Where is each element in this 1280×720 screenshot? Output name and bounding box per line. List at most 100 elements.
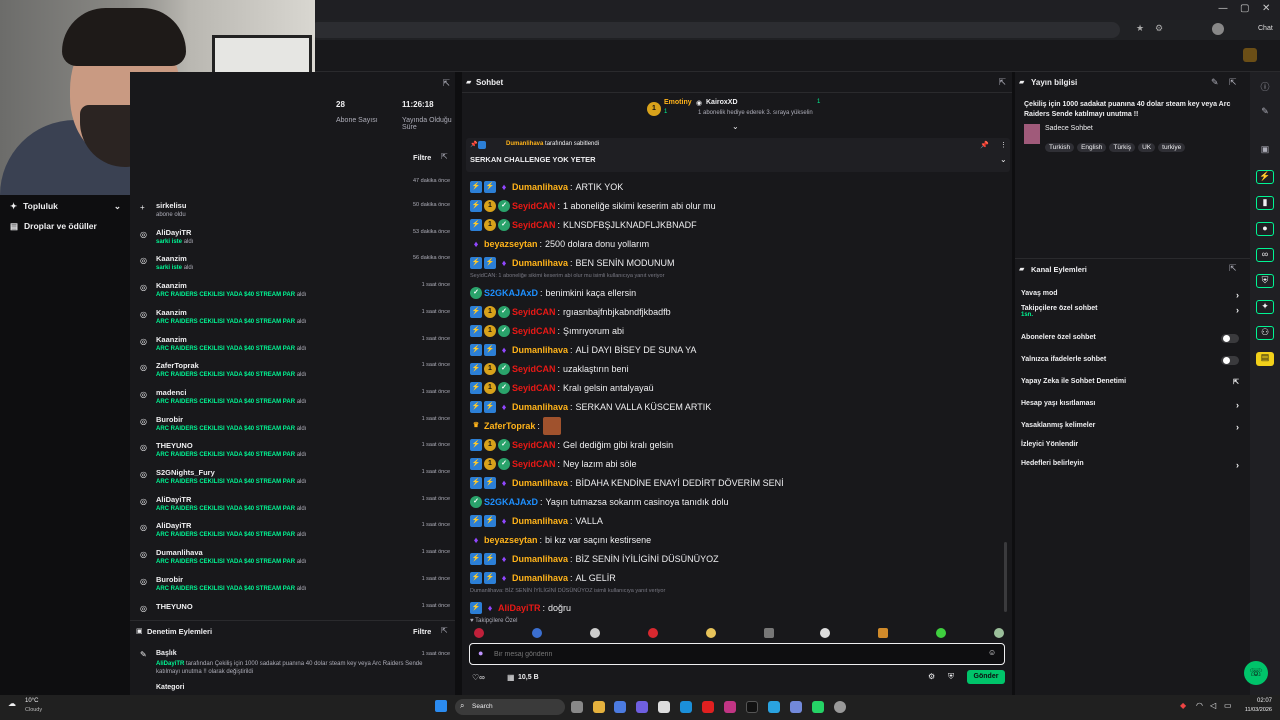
chat-username[interactable]: SeyidCAN xyxy=(512,383,556,393)
activity-row[interactable]: ◎ Burobir ARC RAIDERS CEKILISI YADA $40 ST… xyxy=(130,413,455,440)
bits-icon[interactable]: ♡∞ xyxy=(472,673,485,682)
chat-scrollbar[interactable] xyxy=(1004,542,1007,612)
chat-input[interactable] xyxy=(494,647,974,661)
tiktok-icon[interactable] xyxy=(746,701,758,713)
channel-action-row[interactable]: Hedefleri belirleyin › xyxy=(1021,460,1239,470)
telegram-icon[interactable] xyxy=(768,701,780,713)
channel-action-row[interactable]: Takipçilere özel sohbet 1sn. › xyxy=(1021,305,1239,318)
toggle-switch[interactable] xyxy=(1221,334,1239,343)
activity-row[interactable]: ◎ AliDayiTR sarki iste aldı 53 dakika önce xyxy=(130,226,455,253)
profile-avatar[interactable] xyxy=(1212,23,1224,35)
activity-row[interactable]: ◎ THEYUNO 1 saat önce xyxy=(130,600,455,620)
chat-username[interactable]: SeyidCAN xyxy=(512,364,556,374)
volume-icon[interactable]: ◁ xyxy=(1210,701,1216,710)
channel-action-row[interactable]: İzleyici Yönlendir xyxy=(1021,441,1239,448)
close-icon[interactable]: ✕ xyxy=(1262,3,1270,14)
chevron-down-icon[interactable]: ⌄ xyxy=(1000,155,1007,164)
emote-icon[interactable] xyxy=(474,628,484,638)
activity-row[interactable]: ◎ Kaanzim ARC RAIDERS CEKILISI YADA $40 ST… xyxy=(130,306,455,333)
activity-row[interactable]: ◎ S2GNights_Fury ARC RAIDERS CEKILISI YADA… xyxy=(130,466,455,493)
nav-item-drops[interactable]: ▤ Droplar ve ödüller xyxy=(10,221,97,232)
stream-tag[interactable]: Türkiş xyxy=(1109,143,1136,152)
send-button[interactable]: Gönder xyxy=(967,670,1005,684)
mic-icon[interactable]: ● xyxy=(478,648,483,658)
emote-icon[interactable] xyxy=(764,628,774,638)
emote-icon[interactable] xyxy=(648,628,658,638)
chat-username[interactable]: beyazseytan xyxy=(484,239,538,249)
taskbar-search[interactable]: ⌕ Search xyxy=(455,699,565,715)
chat-username[interactable]: Dumanlihava xyxy=(512,182,568,192)
app-icon[interactable] xyxy=(614,701,626,713)
shield-icon[interactable]: ⛨ xyxy=(1256,274,1274,288)
teams-icon[interactable] xyxy=(636,701,648,713)
chrome-icon[interactable] xyxy=(834,701,846,713)
chat-message[interactable]: ⚡ ⚡ ♦ Dumanlihava: SERKAN VALLA KÜSCEM ARTIK xyxy=(470,397,711,416)
emote-icon[interactable] xyxy=(936,628,946,638)
chat-message[interactable]: ✓ S2GKAJAxD: Yaşın tutmazsa sokarım casino… xyxy=(470,492,728,511)
popout-icon[interactable]: ⇱ xyxy=(998,77,1006,88)
moderation-filter-button[interactable]: Filtre xyxy=(413,627,431,636)
activity-row[interactable]: ◎ THEYUNO ARC RAIDERS CEKILISI YADA $40 ST… xyxy=(130,439,455,466)
task-view-icon[interactable] xyxy=(571,701,583,713)
emote-icon[interactable] xyxy=(878,628,888,638)
assistant-button[interactable]: ☏ xyxy=(1244,661,1268,685)
chevron-right-icon[interactable]: › xyxy=(1236,290,1239,300)
emote-icon[interactable] xyxy=(994,628,1004,638)
chevron-down-icon[interactable]: ⌄ xyxy=(732,122,739,131)
edit-icon[interactable]: ✎ xyxy=(1211,77,1219,88)
points-icon[interactable]: ▦ xyxy=(507,673,515,682)
chat-username[interactable]: SeyidCAN xyxy=(512,459,556,469)
popout-icon[interactable]: ⇱ xyxy=(1229,263,1237,274)
camera-icon[interactable]: ▣ xyxy=(1256,144,1274,158)
instagram-icon[interactable] xyxy=(724,701,736,713)
activity-row[interactable]: ◎ AliDayiTR ARC RAIDERS CEKILISI YADA $40 … xyxy=(130,493,455,520)
chat-message[interactable]: ⚡ 1 ✓ SeyidCAN: Gel dediğim gibi kralı gelsi… xyxy=(470,435,673,454)
chat-message[interactable]: ⚡ 1 ✓ SeyidCAN: uzaklaştırın beni xyxy=(470,359,629,378)
start-icon[interactable] xyxy=(435,700,447,712)
settings-icon[interactable]: ⚙ xyxy=(928,672,935,681)
chat-username[interactable]: SeyidCAN xyxy=(512,201,556,211)
activity-row[interactable]: + sirkelisu abone oldu 50 dakika önce xyxy=(130,199,455,226)
chat-username[interactable]: Dumanlihava xyxy=(512,478,568,488)
nav-item-community[interactable]: ✦ Topluluk ⌄ xyxy=(10,201,125,212)
activity-row[interactable]: ◎ ZaferToprak ARC RAIDERS CEKILISI YADA $4… xyxy=(130,359,455,386)
chat-username[interactable]: Dumanlihava xyxy=(512,345,568,355)
chat-username[interactable]: SeyidCAN xyxy=(512,440,556,450)
emote-icon[interactable] xyxy=(706,628,716,638)
more-icon[interactable]: ⋮ xyxy=(1000,141,1007,149)
people-icon[interactable]: ⚇ xyxy=(1256,326,1274,340)
channel-action-row[interactable]: Yasaklanmış kelimeler › xyxy=(1021,422,1239,432)
popout-icon[interactable]: ⇱ xyxy=(1229,77,1237,88)
chevron-right-icon[interactable]: › xyxy=(1236,305,1239,315)
chat-message[interactable]: ⚡ 1 ✓ SeyidCAN: rgıasnbajfnbjkabndfjkbadfb xyxy=(470,302,671,321)
external-link-icon[interactable]: ⇱ xyxy=(1233,378,1239,386)
stream-tag[interactable]: English xyxy=(1077,143,1107,152)
chat-message[interactable]: ⚡ ⚡ ♦ Dumanlihava: BEN SENİN MODUNUM xyxy=(470,253,675,272)
leader-name[interactable]: Emotiny xyxy=(664,99,692,106)
emote-icon[interactable] xyxy=(590,628,600,638)
emoji-icon[interactable]: ☺ xyxy=(988,648,996,657)
channel-action-row[interactable]: Yavaş mod › xyxy=(1021,290,1239,300)
popout-icon[interactable]: ⇱ xyxy=(441,626,448,635)
activity-row[interactable]: ◎ AliDayiTR ARC RAIDERS CEKILISI YADA $40 … xyxy=(130,519,455,546)
chat-message[interactable]: ⚡ ♦ AliDayiTR: doğru xyxy=(470,598,571,617)
chat-message[interactable]: ⚡ ⚡ ♦ Dumanlihava: BİDAHA KENDİNE ENAYİ DEDİ… xyxy=(470,473,784,492)
popout-icon[interactable]: ⇱ xyxy=(442,78,450,89)
url-field[interactable] xyxy=(310,22,1120,38)
chat-username[interactable]: S2GKAJAxD xyxy=(484,288,538,298)
chat-message[interactable]: ⚡ 1 ✓ SeyidCAN: Şımrıyorum abi xyxy=(470,321,624,340)
chat-username[interactable]: beyazseytan xyxy=(484,535,538,545)
pencil-icon[interactable]: ✎ xyxy=(1256,106,1274,120)
channel-action-row[interactable]: Hesap yaşı kısıtlaması › xyxy=(1021,400,1239,410)
note-icon[interactable]: ▤ xyxy=(1256,352,1274,366)
discord-icon[interactable] xyxy=(790,701,802,713)
channel-action-row[interactable]: Abonelere özel sohbet xyxy=(1021,334,1239,343)
channel-logo[interactable] xyxy=(1243,48,1257,62)
stream-tag[interactable]: UK xyxy=(1138,143,1156,152)
folder-icon[interactable] xyxy=(593,701,605,713)
stream-tag[interactable]: turkiye xyxy=(1158,143,1186,152)
chat-message[interactable]: ⚡ ⚡ ♦ Dumanlihava: ARTIK YOK xyxy=(470,177,623,196)
channel-action-row[interactable]: Yapay Zeka ile Sohbet Denetimi ⇱ xyxy=(1021,378,1239,386)
emote-icon[interactable] xyxy=(820,628,830,638)
chat-bubble-icon[interactable]: ● xyxy=(1256,222,1274,236)
